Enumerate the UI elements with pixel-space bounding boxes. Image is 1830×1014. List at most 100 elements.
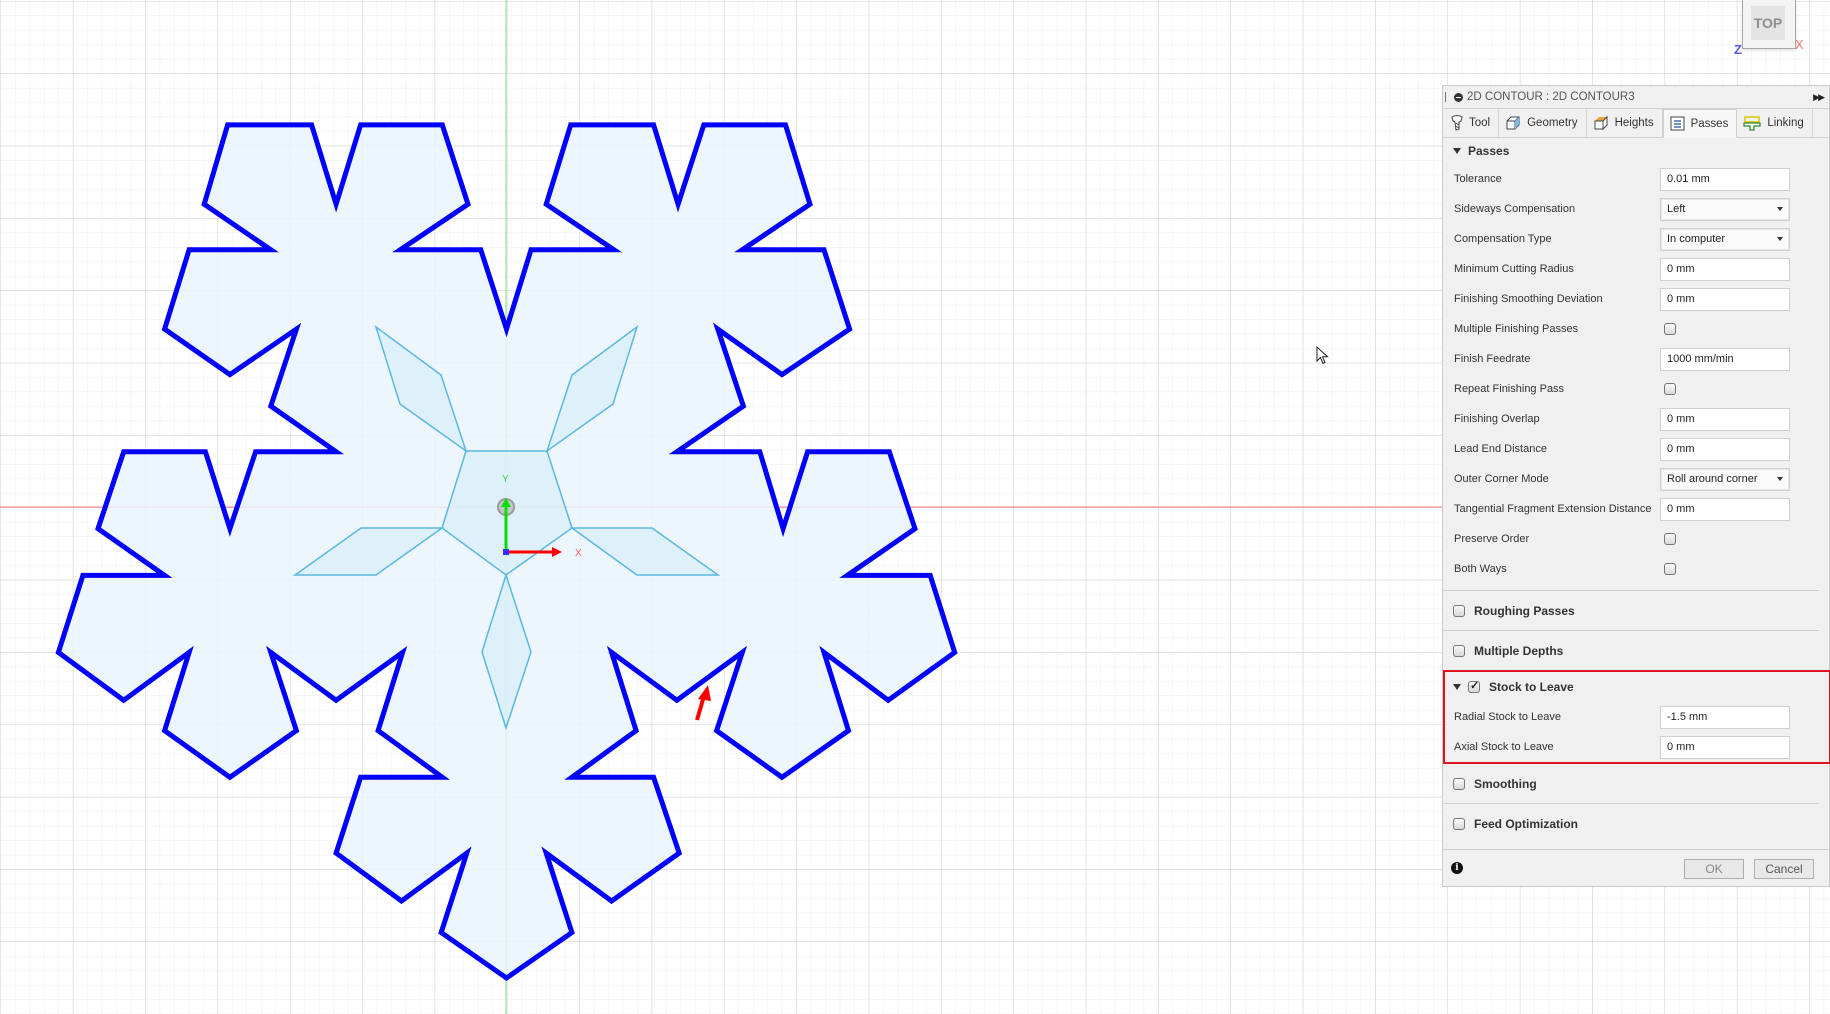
outer-corner-mode-select[interactable]: Roll around corner (1660, 467, 1790, 491)
outer-corner-mode-row: Outer Corner Mode Roll around corner (1443, 464, 1829, 494)
finishing-overlap-label: Finishing Overlap (1454, 413, 1540, 425)
origin-point (503, 549, 509, 555)
tab-linking-label: Linking (1767, 117, 1804, 129)
multiple-finishing-passes-checkbox[interactable] (1664, 323, 1676, 335)
finishing-overlap-input[interactable]: 0 mm (1660, 407, 1790, 431)
tangential-extension-label: Tangential Fragment Extension Distance (1454, 503, 1652, 515)
stock-to-leave-label: Stock to Leave (1489, 680, 1574, 694)
feed-optimization-label: Feed Optimization (1474, 816, 1579, 831)
view-cube[interactable]: TOP (1742, 0, 1796, 49)
compensation-type-select[interactable]: In computer (1660, 227, 1790, 251)
min-cutting-radius-input[interactable]: 0 mm (1660, 257, 1790, 281)
tolerance-label: Tolerance (1454, 173, 1502, 185)
feed-optimization-checkbox[interactable] (1453, 817, 1465, 830)
roughing-passes-label: Roughing Passes (1474, 603, 1575, 618)
view-cube-top-face[interactable]: TOP (1751, 6, 1785, 40)
passes-icon (1670, 116, 1685, 131)
origin-x-label: X (575, 548, 582, 559)
both-ways-checkbox[interactable] (1664, 563, 1676, 575)
expand-triangle-icon (1453, 684, 1461, 690)
sideways-compensation-label: Sideways Compensation (1454, 203, 1576, 215)
sideways-compensation-select[interactable]: Left (1660, 197, 1790, 221)
info-icon[interactable]: i (1451, 862, 1463, 874)
lead-end-distance-row: Lead End Distance 0 mm (1443, 434, 1829, 464)
tab-passes-label: Passes (1690, 117, 1729, 130)
panel-header[interactable]: 2D CONTOUR : 2D CONTOUR3 ▶▶ (1443, 86, 1829, 109)
linking-icon (1743, 115, 1761, 131)
feed-optimization-group[interactable]: Feed Optimization (1443, 803, 1819, 843)
view-cube-x-label: X (1795, 37, 1804, 52)
tab-geometry[interactable]: Geometry (1499, 109, 1587, 137)
finishing-smoothing-deviation-row: Finishing Smoothing Deviation 0 mm (1443, 284, 1829, 314)
cancel-button[interactable]: Cancel (1754, 859, 1814, 879)
compensation-type-label: Compensation Type (1454, 233, 1552, 245)
preserve-order-checkbox[interactable] (1664, 533, 1676, 545)
axial-stock-input[interactable]: 0 mm (1660, 735, 1790, 759)
repeat-finishing-pass-checkbox[interactable] (1664, 383, 1676, 395)
panel-footer: i OK Cancel (1443, 849, 1829, 886)
passes-section-header[interactable]: Passes (1443, 138, 1829, 164)
dropdown-arrow-icon (1777, 207, 1783, 211)
origin-y-label: Y (502, 474, 509, 485)
multiple-depths-checkbox[interactable] (1453, 644, 1465, 657)
preserve-order-label: Preserve Order (1454, 533, 1530, 545)
sideways-compensation-value: Left (1667, 203, 1686, 215)
roughing-passes-checkbox[interactable] (1453, 604, 1465, 617)
smoothing-label: Smoothing (1474, 776, 1537, 791)
multiple-finishing-passes-label: Multiple Finishing Passes (1454, 323, 1579, 335)
both-ways-label: Both Ways (1454, 563, 1507, 575)
stock-to-leave-checkbox[interactable] (1468, 679, 1480, 693)
tab-linking[interactable]: Linking (1737, 109, 1813, 137)
expand-triangle-icon (1453, 148, 1461, 154)
both-ways-row: Both Ways (1443, 554, 1829, 584)
tangential-extension-input[interactable]: 0 mm (1660, 497, 1790, 521)
min-cutting-radius-label: Minimum Cutting Radius (1454, 263, 1574, 275)
tolerance-input[interactable]: 0.01 mm (1660, 167, 1790, 191)
drag-grip-icon[interactable] (1445, 92, 1448, 102)
tab-passes[interactable]: Passes (1662, 109, 1738, 138)
finishing-overlap-row: Finishing Overlap 0 mm (1443, 404, 1829, 434)
tab-geometry-label: Geometry (1527, 117, 1578, 129)
tab-tool-label: Tool (1469, 117, 1491, 129)
dropdown-arrow-icon (1777, 477, 1783, 481)
expand-panel-icon[interactable]: ▶▶ (1813, 92, 1825, 103)
tangential-extension-row: Tangential Fragment Extension Distance 0… (1443, 494, 1829, 524)
operation-panel: 2D CONTOUR : 2D CONTOUR3 ▶▶ Tool Geometr… (1442, 85, 1830, 887)
preserve-order-row: Preserve Order (1443, 524, 1829, 554)
heights-icon (1594, 115, 1608, 131)
smoothing-checkbox[interactable] (1453, 777, 1465, 790)
multiple-depths-label: Multiple Depths (1474, 643, 1564, 658)
compensation-type-row: Compensation Type In computer (1443, 224, 1829, 254)
tab-tool[interactable]: Tool (1445, 109, 1500, 137)
collapse-icon[interactable] (1454, 92, 1463, 102)
finishing-smoothing-deviation-label: Finishing Smoothing Deviation (1454, 293, 1603, 305)
lead-end-distance-input[interactable]: 0 mm (1660, 437, 1790, 461)
panel-title: 2D CONTOUR : 2D CONTOUR3 (1467, 91, 1635, 103)
finish-feedrate-row: Finish Feedrate 1000 mm/min (1443, 344, 1829, 374)
mouse-cursor-icon (1316, 346, 1329, 365)
outer-corner-mode-label: Outer Corner Mode (1454, 473, 1549, 485)
outer-corner-mode-value: Roll around corner (1667, 473, 1758, 485)
sideways-compensation-row: Sideways Compensation Left (1443, 194, 1829, 224)
multiple-depths-group[interactable]: Multiple Depths (1443, 630, 1819, 670)
finishing-smoothing-deviation-input[interactable]: 0 mm (1660, 287, 1790, 311)
axial-stock-row: Axial Stock to Leave 0 mm (1445, 732, 1829, 762)
roughing-passes-group[interactable]: Roughing Passes (1443, 590, 1819, 630)
stock-to-leave-highlight: Stock to Leave Radial Stock to Leave -1.… (1443, 670, 1830, 764)
finish-feedrate-input[interactable]: 1000 mm/min (1660, 347, 1790, 371)
smoothing-group[interactable]: Smoothing (1443, 764, 1819, 803)
tab-heights[interactable]: Heights (1587, 109, 1663, 137)
radial-stock-input[interactable]: -1.5 mm (1660, 705, 1790, 729)
min-cutting-radius-row: Minimum Cutting Radius 0 mm (1443, 254, 1829, 284)
stock-to-leave-header[interactable]: Stock to Leave (1445, 672, 1829, 702)
finish-feedrate-label: Finish Feedrate (1454, 353, 1531, 365)
axial-stock-label: Axial Stock to Leave (1454, 741, 1554, 753)
ok-button[interactable]: OK (1684, 859, 1744, 879)
lead-end-distance-label: Lead End Distance (1454, 443, 1547, 455)
dropdown-arrow-icon (1777, 237, 1783, 241)
geometry-icon (1506, 116, 1520, 130)
compensation-type-value: In computer (1667, 233, 1726, 245)
tab-heights-label: Heights (1614, 117, 1654, 129)
view-cube-z-label: Z (1734, 42, 1742, 57)
panel-tabs: Tool Geometry Heights Passes Linking (1443, 109, 1829, 138)
